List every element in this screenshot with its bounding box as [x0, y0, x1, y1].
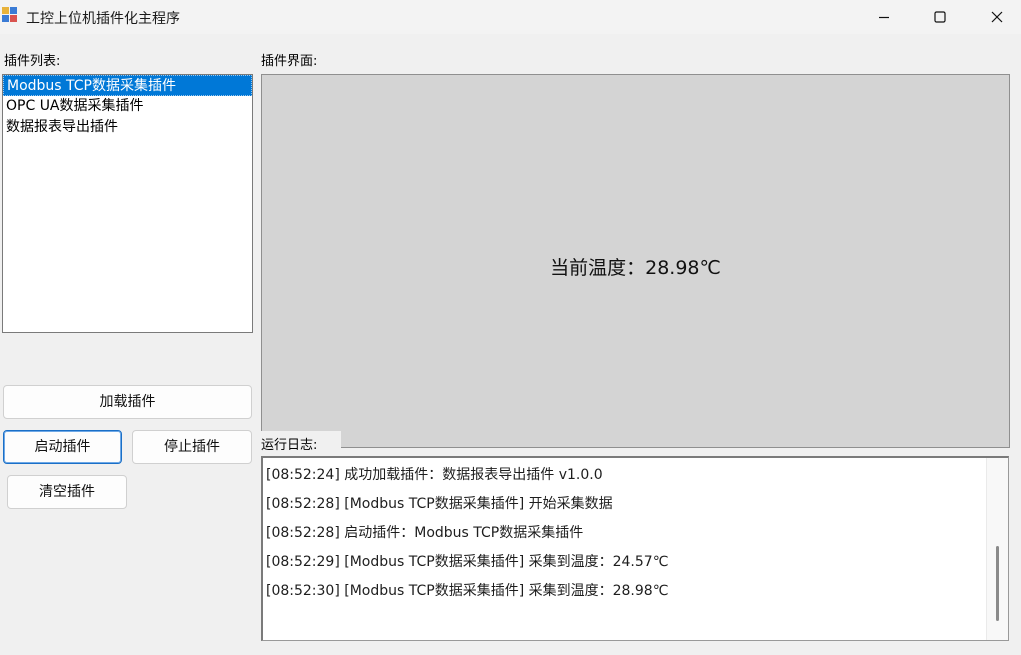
plugin-listbox[interactable]: Modbus TCP数据采集插件 OPC UA数据采集插件 数据报表导出插件	[2, 74, 253, 333]
minimize-button[interactable]	[855, 0, 913, 34]
current-temperature-text: 当前温度：28.98℃	[550, 257, 721, 279]
log-line: [08:52:24] 成功加载插件：数据报表导出插件 v1.0.0	[266, 467, 603, 483]
log-line: [08:52:29] [Modbus TCP数据采集插件] 采集到温度：24.5…	[266, 554, 669, 570]
plugin-list-label: 插件列表:	[4, 54, 61, 69]
load-plugin-button[interactable]: 加载插件	[3, 385, 252, 419]
log-line: [08:52:28] 启动插件：Modbus TCP数据采集插件	[266, 525, 584, 541]
log-line: [08:52:30] [Modbus TCP数据采集插件] 采集到温度：28.9…	[266, 583, 669, 599]
clear-plugin-button[interactable]: 清空插件	[7, 475, 127, 509]
plugin-list-item[interactable]: Modbus TCP数据采集插件	[3, 75, 252, 96]
plugin-list-item[interactable]: 数据报表导出插件	[3, 117, 252, 138]
plugin-panel-label: 插件界面:	[261, 54, 318, 69]
log-scrollbar[interactable]	[986, 458, 1008, 640]
log-label: 运行日志:	[261, 438, 318, 453]
plugin-panel: 当前温度：28.98℃	[261, 74, 1010, 448]
start-plugin-button[interactable]: 启动插件	[3, 430, 122, 464]
close-icon	[991, 11, 1003, 23]
app-window-icon	[2, 7, 18, 23]
maximize-icon	[934, 11, 946, 23]
log-line: [08:52:28] [Modbus TCP数据采集插件] 开始采集数据	[266, 496, 613, 512]
window-title: 工控上位机插件化主程序	[26, 11, 180, 27]
plugin-list-item[interactable]: OPC UA数据采集插件	[3, 96, 252, 117]
log-textbox[interactable]: [08:52:24] 成功加载插件：数据报表导出插件 v1.0.0 [08:52…	[261, 456, 1009, 641]
minimize-icon	[879, 16, 889, 19]
maximize-button[interactable]	[911, 0, 969, 34]
log-scrollbar-thumb[interactable]	[996, 546, 999, 621]
close-button[interactable]	[968, 0, 1021, 34]
stop-plugin-button[interactable]: 停止插件	[132, 430, 252, 464]
title-bar: 工控上位机插件化主程序	[0, 0, 1021, 34]
